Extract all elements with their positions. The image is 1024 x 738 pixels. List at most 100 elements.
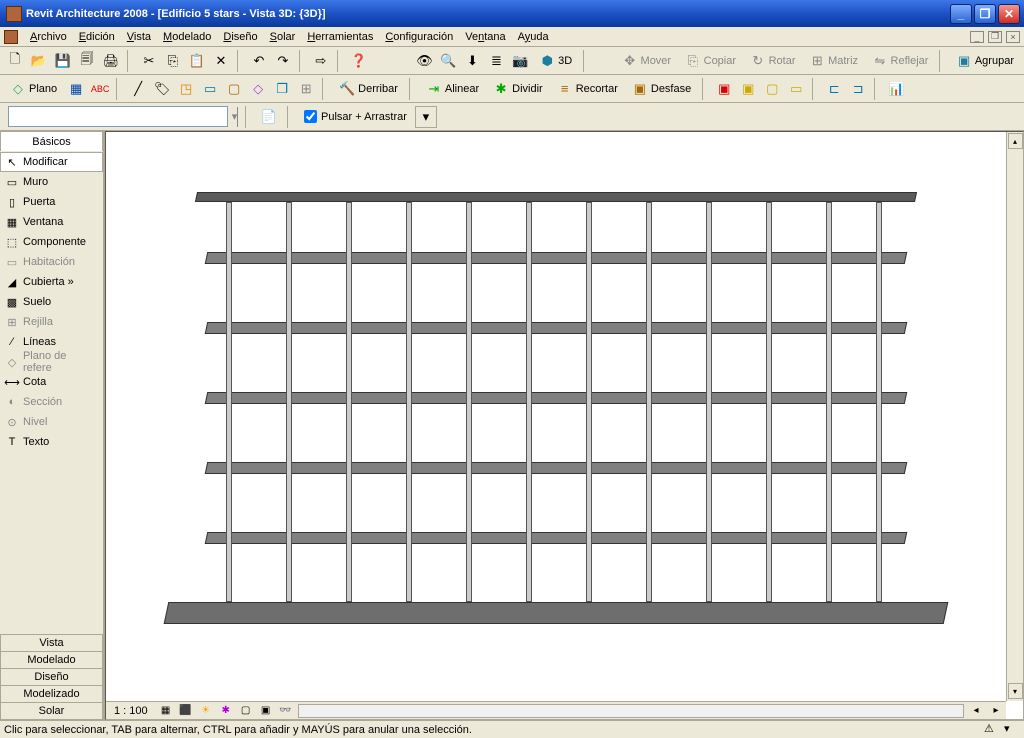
- visual-style-button[interactable]: ⬛: [177, 704, 195, 718]
- show-hidden-button[interactable]: 👁: [413, 50, 435, 72]
- chart-button[interactable]: 📊: [885, 78, 907, 100]
- reflejar-button[interactable]: ⇋Reflejar: [866, 50, 934, 72]
- mdi-restore-button[interactable]: ❐: [988, 31, 1002, 43]
- abc-button[interactable]: ABC: [89, 78, 111, 100]
- menu-ventana[interactable]: Ventana: [459, 29, 511, 45]
- shape3-button[interactable]: ▢: [223, 78, 245, 100]
- grid-button[interactable]: ▦: [65, 78, 87, 100]
- shadows-button[interactable]: ✱: [217, 704, 235, 718]
- shape1-button[interactable]: ◳: [175, 78, 197, 100]
- menu-archivo[interactable]: Archivo: [24, 29, 73, 45]
- align2-button[interactable]: ⊏: [823, 78, 845, 100]
- mdi-minimize-button[interactable]: _: [970, 31, 984, 43]
- sidebar-tab-solar[interactable]: Solar: [0, 702, 103, 720]
- maximize-button[interactable]: ❐: [974, 4, 996, 24]
- align3-button[interactable]: ⊐: [847, 78, 869, 100]
- sidebar-item-lineas[interactable]: ⁄Líneas: [0, 332, 103, 352]
- sidebar-item-suelo[interactable]: ▩Suelo: [0, 292, 103, 312]
- sidebar-tab-vista[interactable]: Vista: [0, 634, 103, 652]
- menu-configuración[interactable]: Configuración: [379, 29, 459, 45]
- close-button[interactable]: ✕: [998, 4, 1020, 24]
- hide-isolate-button[interactable]: 👓: [277, 704, 295, 718]
- copy-button[interactable]: ⎘: [162, 50, 184, 72]
- line-button[interactable]: ╱: [127, 78, 149, 100]
- open-button[interactable]: 📂: [28, 50, 50, 72]
- group3-button[interactable]: ▢: [761, 78, 783, 100]
- sidebar-tab-modelado[interactable]: Modelado: [0, 651, 103, 669]
- mover-button[interactable]: ✥Mover: [616, 50, 677, 72]
- menu-modelado[interactable]: Modelado: [157, 29, 217, 45]
- sidebar-item-cubierta[interactable]: ◢Cubierta »: [0, 272, 103, 292]
- zoom-button[interactable]: 🔍: [437, 50, 459, 72]
- scale-label[interactable]: 1 : 100: [106, 705, 156, 717]
- type-selector-dropdown[interactable]: [8, 106, 228, 127]
- delete-button[interactable]: ✕: [210, 50, 232, 72]
- print-button[interactable]: 🖨: [100, 50, 122, 72]
- sidebar-item-componente[interactable]: ⬚Componente: [0, 232, 103, 252]
- sidebar-item-puerta[interactable]: ▯Puerta: [0, 192, 103, 212]
- dividir-button[interactable]: ✱Dividir: [487, 78, 549, 100]
- group1-button[interactable]: ▣: [713, 78, 735, 100]
- rotar-button[interactable]: ↻Rotar: [744, 50, 801, 72]
- save-button[interactable]: 💾: [52, 50, 74, 72]
- sidebar-item-texto[interactable]: TTexto: [0, 432, 103, 452]
- agrupar-button[interactable]: ▣Agrupar: [950, 50, 1020, 72]
- minimize-button[interactable]: _: [950, 4, 972, 24]
- sidebar-item-ventana[interactable]: ▦Ventana: [0, 212, 103, 232]
- group4-button[interactable]: ▭: [785, 78, 807, 100]
- status-filter-icon[interactable]: ▾: [1004, 722, 1020, 738]
- recortar-button[interactable]: ≡Recortar: [551, 78, 624, 100]
- sidebar-item-muro[interactable]: ▭Muro: [0, 172, 103, 192]
- menu-ayuda[interactable]: Ayuda: [512, 29, 555, 45]
- menu-diseño[interactable]: Diseño: [217, 29, 263, 45]
- sun-path-button[interactable]: ☀: [197, 704, 215, 718]
- saveall-button[interactable]: 🗐: [76, 50, 98, 72]
- camera-button[interactable]: 📷: [509, 50, 531, 72]
- properties-button[interactable]: ⇨: [310, 50, 332, 72]
- status-alert-icon[interactable]: ⚠: [984, 722, 1000, 738]
- horizontal-scrollbar[interactable]: [298, 704, 964, 718]
- cut-button[interactable]: ✂: [138, 50, 160, 72]
- scroll-left-button[interactable]: ◂: [967, 704, 985, 718]
- scroll-right-button[interactable]: ▸: [987, 704, 1005, 718]
- derribar-button[interactable]: 🔨Derribar: [333, 78, 404, 100]
- filter-button[interactable]: ▾: [415, 106, 437, 128]
- menu-vista[interactable]: Vista: [121, 29, 157, 45]
- menu-edición[interactable]: Edición: [73, 29, 121, 45]
- shape4-button[interactable]: ◇: [247, 78, 269, 100]
- tag-button[interactable]: 🏷: [151, 78, 173, 100]
- menu-solar[interactable]: Solar: [264, 29, 302, 45]
- sidebar-tab-modelizado[interactable]: Modelizado: [0, 685, 103, 703]
- plano-button[interactable]: ◇Plano: [4, 78, 63, 100]
- element-properties-button[interactable]: 📄: [258, 106, 280, 128]
- redo-button[interactable]: ↷: [272, 50, 294, 72]
- copiar-button[interactable]: ⎘Copiar: [679, 50, 742, 72]
- pulsar-arrastrar-checkbox[interactable]: [304, 110, 317, 123]
- matriz-button[interactable]: ⊞Matriz: [804, 50, 865, 72]
- new-button[interactable]: 🗋: [4, 50, 26, 72]
- sidebar-item-cota[interactable]: ⟷Cota: [0, 372, 103, 392]
- sidebar-tab-diseño[interactable]: Diseño: [0, 668, 103, 686]
- canvas-3d-view[interactable]: ▴ ▾ 1 : 100 ▦ ⬛ ☀ ✱ ▢ ▣ 👓 ◂ ▸: [105, 131, 1024, 720]
- download-button[interactable]: ⬇: [461, 50, 483, 72]
- detail-level-button[interactable]: ▦: [157, 704, 175, 718]
- shape5-button[interactable]: ❒: [271, 78, 293, 100]
- paste-button[interactable]: 📋: [186, 50, 208, 72]
- vertical-scrollbar[interactable]: ▴ ▾: [1006, 132, 1023, 701]
- scroll-down-button[interactable]: ▾: [1008, 683, 1023, 699]
- mdi-app-icon[interactable]: [4, 30, 18, 44]
- sidebar-tab-basicos[interactable]: Básicos: [0, 131, 103, 151]
- view3d-button[interactable]: ⬢3D: [533, 50, 578, 72]
- group2-button[interactable]: ▣: [737, 78, 759, 100]
- undo-button[interactable]: ↶: [248, 50, 270, 72]
- mdi-close-button[interactable]: ×: [1006, 31, 1020, 43]
- crop-region-button[interactable]: ▣: [257, 704, 275, 718]
- sidebar-item-modificar[interactable]: ↖Modificar: [0, 152, 103, 172]
- scroll-up-button[interactable]: ▴: [1008, 133, 1023, 149]
- help-button[interactable]: ❓: [348, 50, 370, 72]
- alinear-button[interactable]: ⇥Alinear: [420, 78, 485, 100]
- shape6-button[interactable]: ⊞: [295, 78, 317, 100]
- crop-view-button[interactable]: ▢: [237, 704, 255, 718]
- layers-button[interactable]: ≣: [485, 50, 507, 72]
- desfase-button[interactable]: ▣Desfase: [626, 78, 697, 100]
